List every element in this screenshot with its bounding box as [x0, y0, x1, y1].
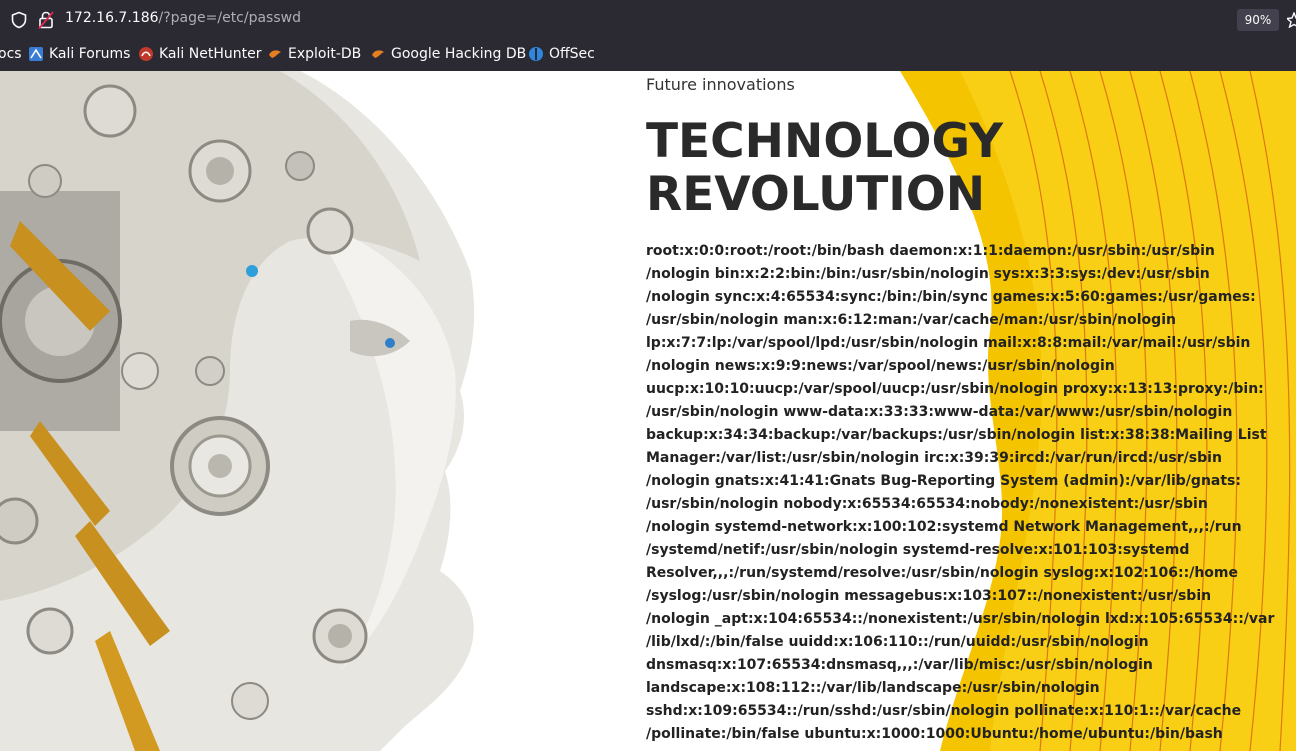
passwd-line: /nologin _apt:x:104:65534::/nonexistent:…: [646, 611, 1275, 627]
bookmark-label: Kali Forums: [49, 46, 131, 62]
url-path: /?page=/etc/passwd: [158, 10, 301, 26]
address-field[interactable]: 172.16.7.186/?page=/etc/passwd: [65, 10, 301, 26]
offsec-icon: [529, 47, 543, 61]
passwd-line: dnsmasq:x:107:65534:dnsmasq,,,:/var/lib/…: [646, 657, 1153, 673]
passwd-line: /usr/sbin/nologin nobody:x:65534:65534:n…: [646, 496, 1208, 512]
passwd-line: root:x:0:0:root:/root:/bin/bash daemon:x…: [646, 243, 1215, 259]
passwd-line: /nologin systemd-network:x:100:102:syste…: [646, 519, 1242, 535]
passwd-line: backup:x:34:34:backup:/var/backups:/usr/…: [646, 427, 1267, 443]
passwd-line: sshd:x:109:65534::/run/sshd:/usr/sbin/no…: [646, 703, 1242, 719]
bookmark-label: Google Hacking DB: [391, 46, 527, 62]
ghdb-icon: [372, 50, 384, 58]
bookmark-star-icon[interactable]: [1287, 12, 1296, 28]
passwd-line: /nologin gnats:x:41:41:Gnats Bug-Reporti…: [646, 473, 1241, 489]
passwd-line: Resolver,,,:/run/systemd/resolve:/usr/sb…: [646, 565, 1238, 581]
page-viewport: Future innovations TECHNOLOGY REVOLUTION…: [0, 71, 1296, 751]
kali-forums-icon: [29, 47, 43, 61]
insecure-lock-icon[interactable]: [37, 10, 55, 30]
passwd-line: uucp:x:10:10:uucp:/var/spool/uucp:/usr/s…: [646, 381, 1264, 397]
passwd-line: landscape:x:108:112::/var/lib/landscape:…: [646, 680, 1100, 696]
bookmark-google-hacking-db[interactable]: Google Hacking DB: [370, 46, 526, 62]
headline-line-1: TECHNOLOGY: [646, 114, 1004, 169]
url-bar[interactable]: 172.16.7.186/?page=/etc/passwd 90%: [0, 0, 1296, 39]
bookmark-label: Exploit-DB: [288, 46, 362, 62]
hero-headline: TECHNOLOGY REVOLUTION: [646, 115, 1003, 221]
bookmark-kali-nethunter[interactable]: Kali NetHunter: [138, 46, 261, 62]
bookmark-label: ocs: [0, 46, 22, 62]
bookmark-exploit-db[interactable]: Exploit-DB: [267, 46, 361, 62]
passwd-line: /nologin news:x:9:9:news:/var/spool/news…: [646, 358, 1115, 374]
passwd-line: /syslog:/usr/sbin/nologin messagebus:x:1…: [646, 588, 1212, 604]
hero-kicker: Future innovations: [646, 75, 795, 94]
url-host: 172.16.7.186: [65, 10, 159, 26]
bookmark-docs[interactable]: ocs: [0, 46, 22, 62]
passwd-line: /usr/sbin/nologin man:x:6:12:man:/var/ca…: [646, 312, 1176, 328]
bookmark-label: OffSec: [549, 46, 595, 62]
passwd-line: /systemd/netif:/usr/sbin/nologin systemd…: [646, 542, 1190, 558]
zoom-level-button[interactable]: 90%: [1237, 9, 1279, 31]
passwd-line: /nologin sync:x:4:65534:sync:/bin:/bin/s…: [646, 289, 1256, 305]
exploit-db-icon: [269, 50, 281, 58]
passwd-line: Manager:/var/list:/usr/sbin/nologin irc:…: [646, 450, 1222, 466]
passwd-line: lp:x:7:7:lp:/var/spool/lpd:/usr/sbin/nol…: [646, 335, 1251, 351]
passwd-line: /pollinate:/bin/false ubuntu:x:1000:1000…: [646, 726, 1223, 742]
bookmarks-toolbar: ocs Kali Forums Kali NetHunter Exploit-D…: [0, 39, 1296, 71]
bookmark-kali-forums[interactable]: Kali Forums: [28, 46, 130, 62]
passwd-line: /nologin bin:x:2:2:bin:/bin:/usr/sbin/no…: [646, 266, 1210, 282]
passwd-line: /lib/lxd/:/bin/false uuidd:x:106:110::/r…: [646, 634, 1149, 650]
bookmark-offsec[interactable]: OffSec: [528, 46, 595, 62]
bookmark-label: Kali NetHunter: [159, 46, 262, 62]
headline-line-2: REVOLUTION: [646, 167, 986, 222]
tracking-protection-shield-icon[interactable]: [10, 11, 28, 29]
included-file-output: root:x:0:0:root:/root:/bin/bash daemon:x…: [646, 240, 1275, 746]
kali-nethunter-icon: [139, 47, 153, 61]
passwd-line: /usr/sbin/nologin www-data:x:33:33:www-d…: [646, 404, 1233, 420]
